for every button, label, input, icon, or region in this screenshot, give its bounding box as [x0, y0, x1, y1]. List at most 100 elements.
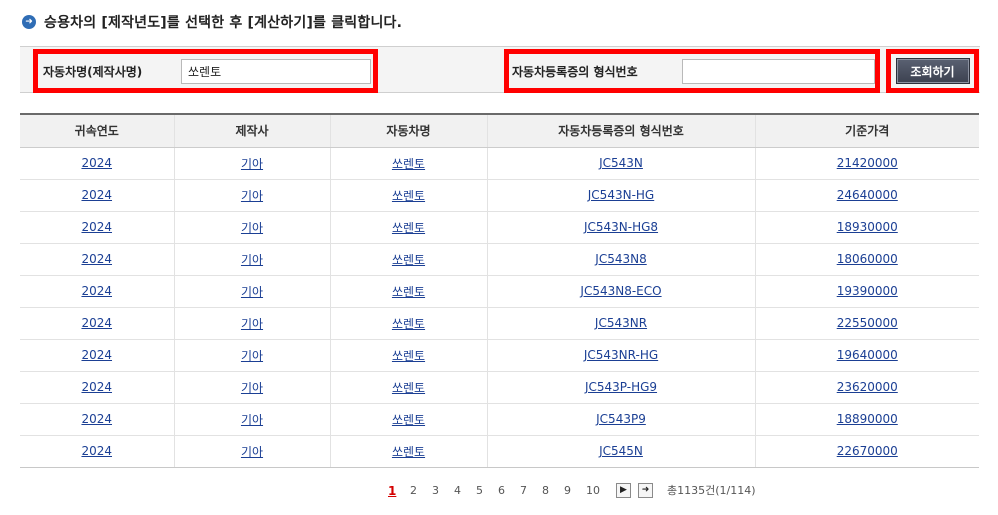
maker-link[interactable]: 기아 [241, 381, 263, 395]
type-number-cell: JC543N [486, 147, 755, 180]
type-search-group: 자동차등록증의 형식번호 [504, 49, 880, 93]
year-link[interactable]: 2024 [81, 156, 112, 170]
maker-link[interactable]: 기아 [241, 413, 263, 427]
model-link[interactable]: 쏘렌토 [392, 349, 425, 363]
model-search-group: 자동차명(제작사명) [33, 49, 378, 93]
model-cell: 쏘렌토 [329, 403, 487, 436]
model-link[interactable]: 쏘렌토 [392, 317, 425, 331]
year-link[interactable]: 2024 [81, 316, 112, 330]
type-number-link[interactable]: JC543N8 [595, 252, 646, 266]
year-link[interactable]: 2024 [81, 444, 112, 458]
type-number-cell: JC543N8-ECO [486, 275, 755, 308]
arrow-last-icon[interactable]: ➜ [638, 483, 653, 498]
page-4-link[interactable]: 4 [454, 482, 461, 500]
year-link[interactable]: 2024 [81, 412, 112, 426]
year-cell: 2024 [20, 243, 174, 276]
maker-link[interactable]: 기아 [241, 285, 263, 299]
model-link[interactable]: 쏘렌토 [392, 445, 425, 459]
type-number-link[interactable]: JC543N [599, 156, 643, 170]
page-3-link[interactable]: 3 [432, 482, 439, 500]
price-link[interactable]: 21420000 [837, 156, 898, 170]
price-link[interactable]: 18060000 [837, 252, 898, 266]
year-cell: 2024 [20, 179, 174, 212]
model-link[interactable]: 쏘렌토 [392, 413, 425, 427]
price-link[interactable]: 23620000 [837, 380, 898, 394]
maker-link[interactable]: 기아 [241, 189, 263, 203]
model-link[interactable]: 쏘렌토 [392, 221, 425, 235]
page-title-row: ➜ 승용차의 [제작년도]를 선택한 후 [계산하기]를 클릭합니다. [22, 12, 402, 32]
price-cell: 18890000 [754, 403, 979, 436]
type-number-link[interactable]: JC543P9 [596, 412, 646, 426]
arrow-next-icon[interactable]: ▶ [616, 483, 631, 498]
page-8-link[interactable]: 8 [542, 482, 549, 500]
page-2-link[interactable]: 2 [410, 482, 417, 500]
maker-link[interactable]: 기아 [241, 157, 263, 171]
model-cell: 쏘렌토 [329, 211, 487, 244]
year-link[interactable]: 2024 [81, 284, 112, 298]
page-6-link[interactable]: 6 [498, 482, 505, 500]
price-link[interactable]: 18890000 [837, 412, 898, 426]
type-number-link[interactable]: JC543NR-HG [584, 348, 658, 362]
page-5-link[interactable]: 5 [476, 482, 483, 500]
year-link[interactable]: 2024 [81, 348, 112, 362]
model-cell: 쏘렌토 [329, 147, 487, 180]
price-link[interactable]: 19640000 [837, 348, 898, 362]
page-9-link[interactable]: 9 [564, 482, 571, 500]
price-cell: 23620000 [754, 371, 979, 404]
maker-link[interactable]: 기아 [241, 349, 263, 363]
type-number-cell: JC543P-HG9 [486, 371, 755, 404]
model-link[interactable]: 쏘렌토 [392, 381, 425, 395]
type-number-link[interactable]: JC543N8-ECO [580, 284, 661, 298]
type-number-link[interactable]: JC543N-HG [588, 188, 654, 202]
maker-cell: 기아 [173, 275, 330, 308]
maker-cell: 기아 [173, 435, 330, 468]
search-button[interactable]: 조회하기 [895, 58, 970, 84]
page-1-link[interactable]: 1 [388, 482, 396, 500]
maker-cell: 기아 [173, 243, 330, 276]
maker-link[interactable]: 기아 [241, 253, 263, 267]
price-link[interactable]: 24640000 [837, 188, 898, 202]
type-number-link[interactable]: JC543N-HG8 [584, 220, 658, 234]
type-number-link[interactable]: JC545N [599, 444, 643, 458]
model-link[interactable]: 쏘렌토 [392, 157, 425, 171]
price-cell: 19390000 [754, 275, 979, 308]
price-link[interactable]: 22670000 [837, 444, 898, 458]
page-title: 승용차의 [제작년도]를 선택한 후 [계산하기]를 클릭합니다. [44, 15, 403, 31]
model-name-input[interactable] [181, 58, 371, 84]
maker-link[interactable]: 기아 [241, 317, 263, 331]
maker-link[interactable]: 기아 [241, 221, 263, 235]
price-cell: 22550000 [754, 307, 979, 340]
year-link[interactable]: 2024 [81, 188, 112, 202]
model-link[interactable]: 쏘렌토 [392, 253, 425, 267]
maker-cell: 기아 [173, 179, 330, 212]
model-cell: 쏘렌토 [329, 371, 487, 404]
model-cell: 쏘렌토 [329, 339, 487, 372]
result-count-summary: 총1135건(1/114) [667, 484, 756, 497]
type-number-link[interactable]: JC543P-HG9 [585, 380, 657, 394]
price-cell: 19640000 [754, 339, 979, 372]
year-link[interactable]: 2024 [81, 220, 112, 234]
model-cell: 쏘렌토 [329, 243, 487, 276]
page-7-link[interactable]: 7 [520, 482, 527, 500]
price-link[interactable]: 19390000 [837, 284, 898, 298]
result-table: 귀속연도 제작사 자동차명 자동차등록증의 형식번호 기준가격 2024 기아 … [20, 113, 979, 468]
type-number-cell: JC543N-HG8 [486, 211, 755, 244]
header-base-price: 기준가격 [754, 113, 979, 148]
table-row: 2024 기아 쏘렌토 JC543N8-ECO 19390000 [20, 275, 979, 308]
page-10-link[interactable]: 10 [586, 482, 600, 500]
year-link[interactable]: 2024 [81, 252, 112, 266]
model-cell: 쏘렌토 [329, 435, 487, 468]
year-link[interactable]: 2024 [81, 380, 112, 394]
price-cell: 18060000 [754, 243, 979, 276]
type-number-input[interactable] [682, 58, 875, 84]
model-link[interactable]: 쏘렌토 [392, 189, 425, 203]
type-number-cell: JC545N [486, 435, 755, 468]
price-link[interactable]: 22550000 [837, 316, 898, 330]
search-bar: 자동차명(제작사명) 자동차등록증의 형식번호 조회하기 [20, 46, 980, 93]
price-cell: 24640000 [754, 179, 979, 212]
maker-link[interactable]: 기아 [241, 445, 263, 459]
price-cell: 22670000 [754, 435, 979, 468]
model-link[interactable]: 쏘렌토 [392, 285, 425, 299]
type-number-link[interactable]: JC543NR [595, 316, 647, 330]
price-link[interactable]: 18930000 [837, 220, 898, 234]
